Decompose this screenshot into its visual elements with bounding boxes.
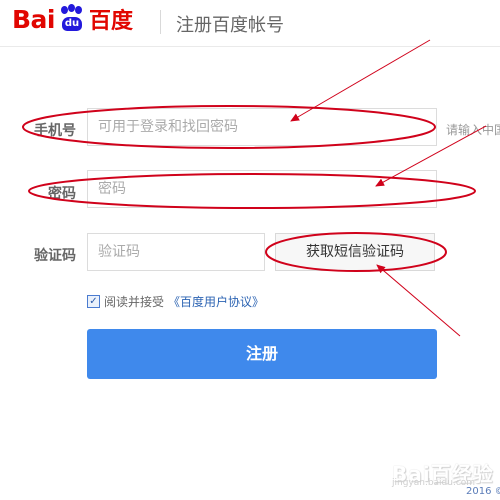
baidu-paw-icon: du (56, 4, 88, 34)
logo-du-text: du (62, 17, 82, 31)
phone-label: 手机号 (34, 123, 76, 139)
register-button[interactable]: 注册 (87, 329, 437, 379)
agreement-row: ✓ 阅读并接受 《百度用户协议》 (87, 293, 264, 310)
phone-input[interactable]: 可用于登录和找回密码 (87, 108, 437, 146)
get-sms-code-button[interactable]: 获取短信验证码 (275, 233, 435, 271)
code-label: 验证码 (34, 248, 76, 264)
agree-text: 阅读并接受 (104, 295, 165, 309)
logo-cn-text: 百度 (89, 9, 134, 34)
user-agreement-link[interactable]: 《百度用户协议》 (168, 293, 264, 310)
password-label: 密码 (48, 186, 76, 202)
header-divider (160, 10, 161, 34)
code-input[interactable]: 验证码 (87, 233, 265, 271)
footer-year: 2016 © (466, 486, 500, 497)
page-title: 注册百度帐号 (176, 15, 284, 36)
arrow-to-sms (376, 264, 461, 337)
watermark-url: jingyan.baidu.com (392, 478, 476, 488)
agree-checkbox[interactable]: ✓ (87, 295, 100, 308)
logo-bai-text: Bai (12, 4, 56, 34)
baidu-logo[interactable]: Bai du 百度 (12, 4, 133, 34)
password-input[interactable]: 密码 (87, 170, 437, 208)
phone-hint: 请输入中国 (446, 123, 500, 137)
top-bar: Bai du 百度 注册百度帐号 (0, 0, 500, 47)
